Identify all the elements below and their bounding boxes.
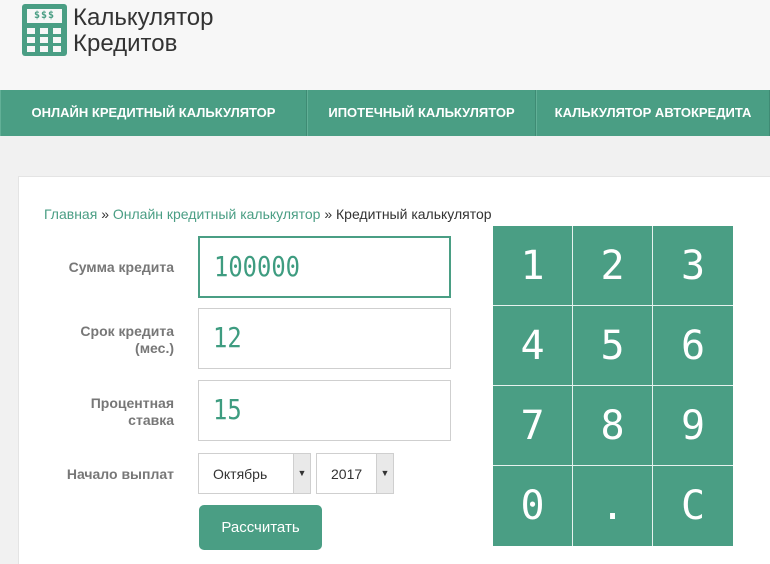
amount-label: Сумма кредита [68,259,174,275]
main-nav: ОНЛАЙН КРЕДИТНЫЙ КАЛЬКУЛЯТОР ИПОТЕЧНЫЙ К… [0,90,770,136]
year-select[interactable]: 2017 ▼ [316,453,394,494]
key-9[interactable]: 9 [653,386,733,466]
rate-label-line-2: ставка [128,412,174,428]
calculate-button[interactable]: Рассчитать [199,505,322,550]
key-0[interactable]: 0 [493,466,573,546]
key-6[interactable]: 6 [653,306,733,386]
month-select[interactable]: Октябрь ▼ [198,453,311,494]
nav-car-loan-calculator[interactable]: КАЛЬКУЛЯТОР АВТОКРЕДИТА [536,90,770,136]
rate-input[interactable]: 15 [198,380,451,441]
key-dot[interactable]: . [573,466,653,546]
breadcrumb-home-link[interactable]: Главная [44,206,97,222]
logo-screen: $$$ [27,9,62,23]
term-label: Срок кредита (мес.) [42,323,174,357]
chevron-down-icon[interactable]: ▼ [376,454,393,493]
key-5[interactable]: 5 [573,306,653,386]
amount-value: 100000 [214,250,300,283]
rate-label-line-1: Процентная [90,395,174,411]
term-label-line-1: Срок кредита [80,323,174,339]
term-value: 12 [213,321,242,354]
month-select-value: Октябрь [213,466,268,482]
calculator-icon[interactable]: $$$ [22,4,67,56]
term-label-line-2: (мес.) [135,340,174,356]
key-3[interactable]: 3 [653,226,733,306]
year-select-value: 2017 [331,466,363,482]
key-4[interactable]: 4 [493,306,573,386]
breadcrumb-separator: » [324,206,333,222]
key-8[interactable]: 8 [573,386,653,466]
key-7[interactable]: 7 [493,386,573,466]
breadcrumb-separator: » [101,206,109,222]
logo-line-2: Кредитов [73,30,178,57]
amount-input[interactable]: 100000 [198,236,451,298]
key-clear[interactable]: C [653,466,733,546]
key-2[interactable]: 2 [573,226,653,306]
start-payment-label: Начало выплат [66,466,174,482]
keypad: 1 2 3 4 5 6 7 8 9 0 . C [493,226,733,546]
logo-line-1: Калькулятор [73,4,214,31]
nav-online-credit-calculator[interactable]: ОНЛАЙН КРЕДИТНЫЙ КАЛЬКУЛЯТОР [0,90,307,136]
header: $$$ Калькулятор Кредитов [0,0,770,90]
site-logo-text[interactable]: Калькулятор Кредитов [73,5,214,57]
term-input[interactable]: 12 [198,308,451,369]
breadcrumb-section-link[interactable]: Онлайн кредитный калькулятор [113,206,321,222]
breadcrumb-current: Кредитный калькулятор [336,206,492,222]
chevron-down-icon[interactable]: ▼ [293,454,310,493]
rate-value: 15 [213,393,242,426]
nav-mortgage-calculator[interactable]: ИПОТЕЧНЫЙ КАЛЬКУЛЯТОР [307,90,536,136]
breadcrumb: Главная » Онлайн кредитный калькулятор »… [44,206,492,222]
rate-label: Процентная ставка [42,395,174,429]
key-1[interactable]: 1 [493,226,573,306]
